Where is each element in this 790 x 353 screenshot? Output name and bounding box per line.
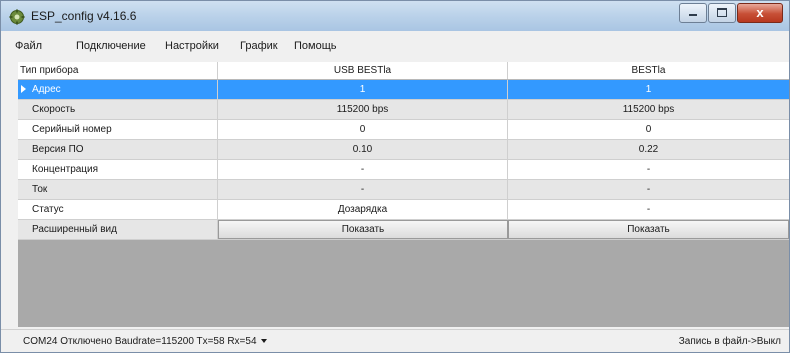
cell-usb-bestla[interactable]: Дозарядка — [218, 200, 508, 219]
minimize-button[interactable] — [679, 3, 707, 23]
column-header-bestla[interactable]: BESTla — [508, 62, 789, 79]
table-row-address[interactable]: Адрес 1 1 — [18, 80, 789, 100]
column-header-device-type[interactable]: Тип прибора — [18, 62, 218, 79]
table-row-firmware[interactable]: Версия ПО 0.10 0.22 — [18, 140, 789, 160]
column-header-usb-bestla[interactable]: USB BESTla — [218, 62, 508, 79]
show-button-usb-bestla[interactable]: Показать — [218, 220, 508, 239]
close-button[interactable]: x — [737, 3, 783, 23]
grid-header-row: Тип прибора USB BESTla BESTla — [18, 62, 789, 80]
row-label: Расширенный вид — [18, 220, 218, 239]
minimize-icon — [689, 14, 697, 16]
menu-connection[interactable]: Подключение — [76, 40, 146, 52]
table-row-speed[interactable]: Скорость 115200 bps 115200 bps — [18, 100, 789, 120]
table-row-extended-view[interactable]: Расширенный вид Показать Показать — [18, 220, 789, 240]
close-icon: x — [756, 5, 764, 20]
cell-bestla[interactable]: - — [508, 160, 789, 179]
row-label: Ток — [18, 180, 218, 199]
row-label: Концентрация — [18, 160, 218, 179]
app-gear-icon — [9, 9, 25, 25]
row-label: Статус — [18, 200, 218, 219]
row-label: Адрес — [18, 80, 218, 99]
cell-usb-bestla[interactable]: 0 — [218, 120, 508, 139]
table-row-status[interactable]: Статус Дозарядка - — [18, 200, 789, 220]
connection-status-text: COM24 Отключено Baudrate=115200 Tx=58 Rx… — [23, 336, 257, 347]
cell-bestla[interactable]: 1 — [508, 80, 789, 99]
cell-usb-bestla[interactable]: 0.10 — [218, 140, 508, 159]
title-bar: ESP_config v4.16.6 x — [1, 1, 789, 31]
table-row-serial[interactable]: Серийный номер 0 0 — [18, 120, 789, 140]
menu-bar: Файл Подключение Настройки График Помощь — [1, 31, 789, 61]
status-bar: COM24 Отключено Baudrate=115200 Tx=58 Rx… — [1, 329, 789, 352]
cell-bestla[interactable]: 115200 bps — [508, 100, 789, 119]
window-title: ESP_config v4.16.6 — [31, 9, 137, 23]
show-button-bestla[interactable]: Показать — [508, 220, 789, 239]
row-label: Скорость — [18, 100, 218, 119]
row-label: Версия ПО — [18, 140, 218, 159]
cell-usb-bestla[interactable]: 1 — [218, 80, 508, 99]
maximize-icon — [717, 8, 727, 17]
cell-bestla[interactable]: - — [508, 180, 789, 199]
row-label: Серийный номер — [18, 120, 218, 139]
file-logging-status[interactable]: Запись в файл->Выкл — [679, 336, 781, 347]
cell-bestla[interactable]: 0.22 — [508, 140, 789, 159]
window-controls: x — [678, 3, 783, 23]
connection-status[interactable]: COM24 Отключено Baudrate=115200 Tx=58 Rx… — [23, 336, 267, 347]
app-window: ESP_config v4.16.6 x Файл Подключение На… — [0, 0, 790, 353]
menu-file[interactable]: Файл — [15, 40, 42, 52]
device-grid[interactable]: Тип прибора USB BESTla BESTla Адрес 1 1 … — [18, 62, 789, 327]
maximize-button[interactable] — [708, 3, 736, 23]
cell-usb-bestla[interactable]: 115200 bps — [218, 100, 508, 119]
menu-settings[interactable]: Настройки — [165, 40, 219, 52]
menu-chart[interactable]: График — [240, 40, 278, 52]
menu-help[interactable]: Помощь — [294, 40, 337, 52]
dropdown-arrow-icon — [260, 339, 267, 344]
cell-usb-bestla[interactable]: - — [218, 160, 508, 179]
cell-bestla[interactable]: 0 — [508, 120, 789, 139]
cell-bestla[interactable]: - — [508, 200, 789, 219]
table-row-concentration[interactable]: Концентрация - - — [18, 160, 789, 180]
table-row-current[interactable]: Ток - - — [18, 180, 789, 200]
cell-usb-bestla[interactable]: - — [218, 180, 508, 199]
